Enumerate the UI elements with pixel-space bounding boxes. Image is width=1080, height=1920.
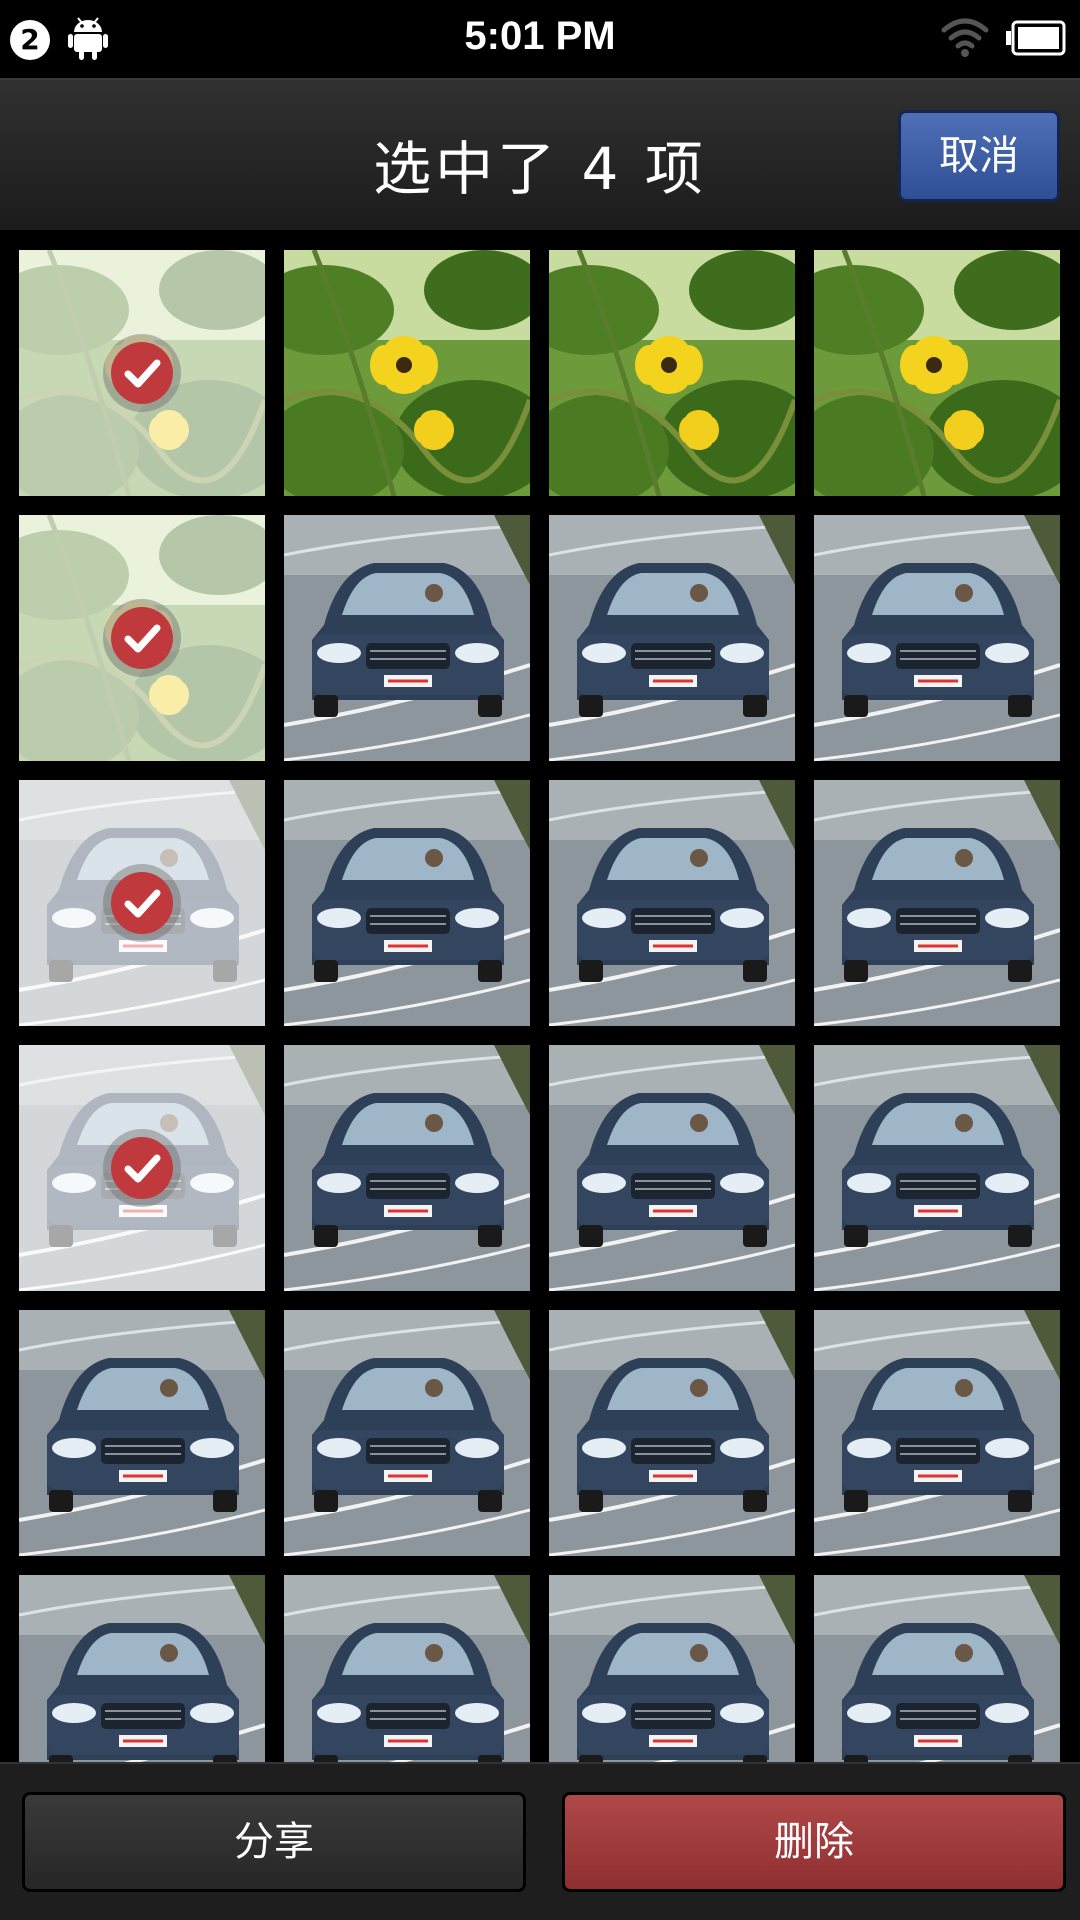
thumbnail-image (814, 515, 1060, 761)
photo-thumbnail-car[interactable] (284, 1575, 530, 1762)
selection-action-bar: 选中了 4 项 取消 (0, 78, 1080, 230)
thumbnail-image (284, 515, 530, 761)
photo-thumbnail-flower[interactable] (19, 250, 265, 496)
thumbnail-image (284, 1045, 530, 1291)
photo-thumbnail-car[interactable] (549, 1045, 795, 1291)
thumbnail-image (549, 1575, 795, 1762)
thumbnail-image (19, 1310, 265, 1556)
thumbnail-image (814, 250, 1060, 496)
checkmark-icon (103, 334, 181, 412)
thumbnail-image (19, 1575, 265, 1762)
bottom-action-bar: 分享 删除 (0, 1762, 1080, 1920)
photo-thumbnail-car[interactable] (814, 780, 1060, 1026)
status-clock: 5:01 PM (464, 14, 616, 58)
photo-thumbnail-car[interactable] (19, 1310, 265, 1556)
thumbnail-image (284, 250, 530, 496)
photo-thumbnail-flower[interactable] (284, 250, 530, 496)
thumbnail-image (814, 1310, 1060, 1556)
thumbnail-image (814, 1045, 1060, 1291)
thumbnail-image (284, 1310, 530, 1556)
photo-thumbnail-car[interactable] (19, 780, 265, 1026)
thumbnail-image (814, 780, 1060, 1026)
photo-thumbnail-flower[interactable] (549, 250, 795, 496)
photo-thumbnail-flower[interactable] (19, 515, 265, 761)
photo-thumbnail-car[interactable] (19, 1575, 265, 1762)
checkmark-icon (103, 864, 181, 942)
thumbnail-image (549, 250, 795, 496)
checkmark-icon (103, 599, 181, 677)
thumbnail-grid[interactable] (0, 230, 1080, 1762)
thumbnail-image (549, 780, 795, 1026)
share-button[interactable]: 分享 (22, 1792, 526, 1892)
photo-thumbnail-car[interactable] (549, 1310, 795, 1556)
thumbnail-image (284, 780, 530, 1026)
photo-thumbnail-flower[interactable] (814, 250, 1060, 496)
photo-thumbnail-car[interactable] (814, 515, 1060, 761)
photo-thumbnail-car[interactable] (19, 1045, 265, 1291)
photo-thumbnail-car[interactable] (284, 515, 530, 761)
thumbnail-image (284, 1575, 530, 1762)
delete-button[interactable]: 删除 (562, 1792, 1066, 1892)
photo-thumbnail-car[interactable] (549, 515, 795, 761)
photo-thumbnail-car[interactable] (284, 1310, 530, 1556)
photo-thumbnail-car[interactable] (549, 1575, 795, 1762)
thumbnail-image (549, 1310, 795, 1556)
photo-thumbnail-car[interactable] (814, 1575, 1060, 1762)
photo-thumbnail-car[interactable] (814, 1045, 1060, 1291)
photo-thumbnail-car[interactable] (549, 780, 795, 1026)
battery-icon (1006, 20, 1066, 56)
wifi-icon (941, 18, 989, 57)
photo-thumbnail-car[interactable] (284, 1045, 530, 1291)
status-bar: 2 5:01 PM (0, 0, 1080, 78)
thumbnail-image (814, 1575, 1060, 1762)
thumbnail-image (549, 1045, 795, 1291)
photo-thumbnail-car[interactable] (284, 780, 530, 1026)
checkmark-icon (103, 1129, 181, 1207)
cancel-button[interactable]: 取消 (898, 110, 1060, 202)
thumbnail-image (549, 515, 795, 761)
photo-thumbnail-car[interactable] (814, 1310, 1060, 1556)
